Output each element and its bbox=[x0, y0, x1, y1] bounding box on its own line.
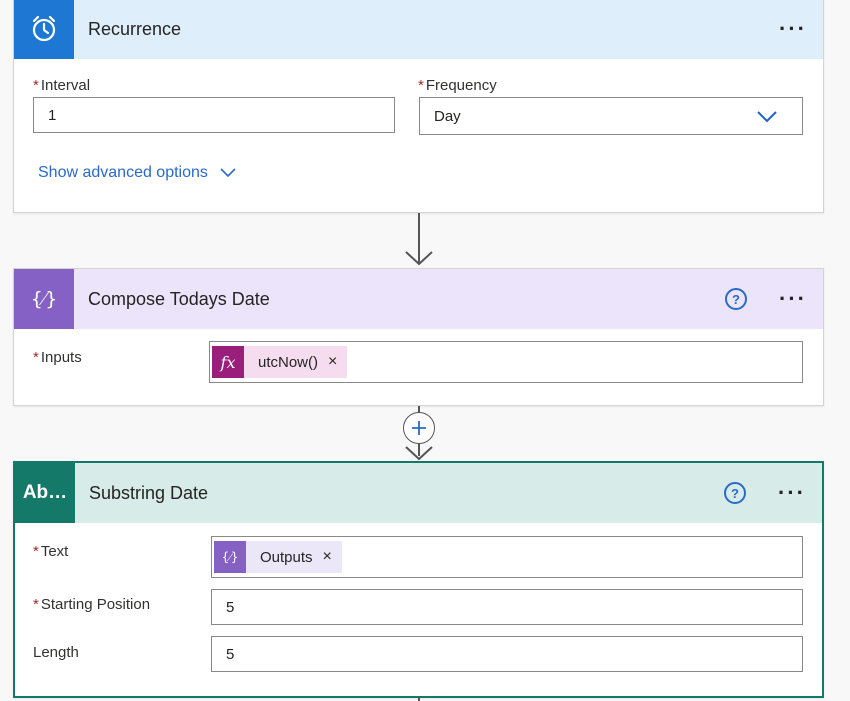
compose-braces-icon: {⁄} bbox=[214, 541, 246, 573]
arrow-down-icon bbox=[405, 446, 433, 461]
inputs-field[interactable]: fx utcNow() × bbox=[209, 341, 803, 383]
outputs-token[interactable]: {⁄} Outputs × bbox=[214, 541, 342, 573]
interval-label: * Interval bbox=[33, 77, 91, 94]
substring-title: Substring Date bbox=[89, 482, 209, 503]
alarm-clock-icon bbox=[14, 0, 74, 59]
function-fx-icon: fx bbox=[212, 346, 244, 378]
frequency-label: * Frequency bbox=[418, 77, 497, 94]
arrow-down-icon bbox=[405, 251, 433, 266]
compose-header[interactable]: {⁄} Compose Todays Date ? ··· bbox=[14, 269, 823, 329]
recurrence-title: Recurrence bbox=[88, 18, 182, 39]
chevron-down-icon bbox=[757, 111, 777, 123]
show-advanced-options-link[interactable]: Show advanced options bbox=[38, 164, 236, 182]
text-label: * Text bbox=[33, 543, 69, 560]
compose-title: Compose Todays Date bbox=[88, 288, 270, 309]
utcnow-token[interactable]: fx utcNow() × bbox=[212, 346, 348, 378]
inputs-label: * Inputs bbox=[33, 349, 82, 366]
text-field[interactable]: {⁄} Outputs × bbox=[211, 536, 803, 578]
substring-header[interactable]: Ab… Substring Date ? ··· bbox=[15, 463, 822, 523]
compose-card: {⁄} Compose Todays Date ? ··· * Inputs fx… bbox=[13, 268, 824, 406]
remove-token-icon[interactable]: × bbox=[328, 353, 337, 371]
more-dots-icon[interactable]: ··· bbox=[779, 0, 807, 59]
remove-token-icon[interactable]: × bbox=[323, 548, 332, 566]
more-dots-icon[interactable]: ··· bbox=[779, 269, 807, 329]
interval-field[interactable]: 1 bbox=[33, 97, 395, 133]
recurrence-card: Recurrence ··· * Interval 1 * Frequency Da… bbox=[13, 0, 824, 213]
chevron-down-icon bbox=[220, 168, 236, 178]
help-icon[interactable]: ? bbox=[725, 288, 747, 310]
frequency-dropdown[interactable]: Day bbox=[419, 97, 803, 135]
help-icon[interactable]: ? bbox=[724, 482, 746, 504]
recurrence-header[interactable]: Recurrence ··· bbox=[14, 0, 823, 59]
connector-line bbox=[418, 697, 420, 701]
compose-braces-icon: {⁄} bbox=[14, 269, 74, 329]
length-label: Length bbox=[33, 644, 79, 661]
starting-position-field[interactable]: 5 bbox=[211, 589, 803, 625]
add-step-icon[interactable] bbox=[403, 412, 435, 444]
text-function-icon: Ab… bbox=[15, 463, 75, 523]
length-field[interactable]: 5 bbox=[211, 636, 803, 672]
substring-card: Ab… Substring Date ? ··· * Text {⁄} Outpu… bbox=[13, 461, 824, 698]
more-dots-icon[interactable]: ··· bbox=[778, 463, 806, 523]
starting-position-label: * Starting Position bbox=[33, 596, 151, 613]
